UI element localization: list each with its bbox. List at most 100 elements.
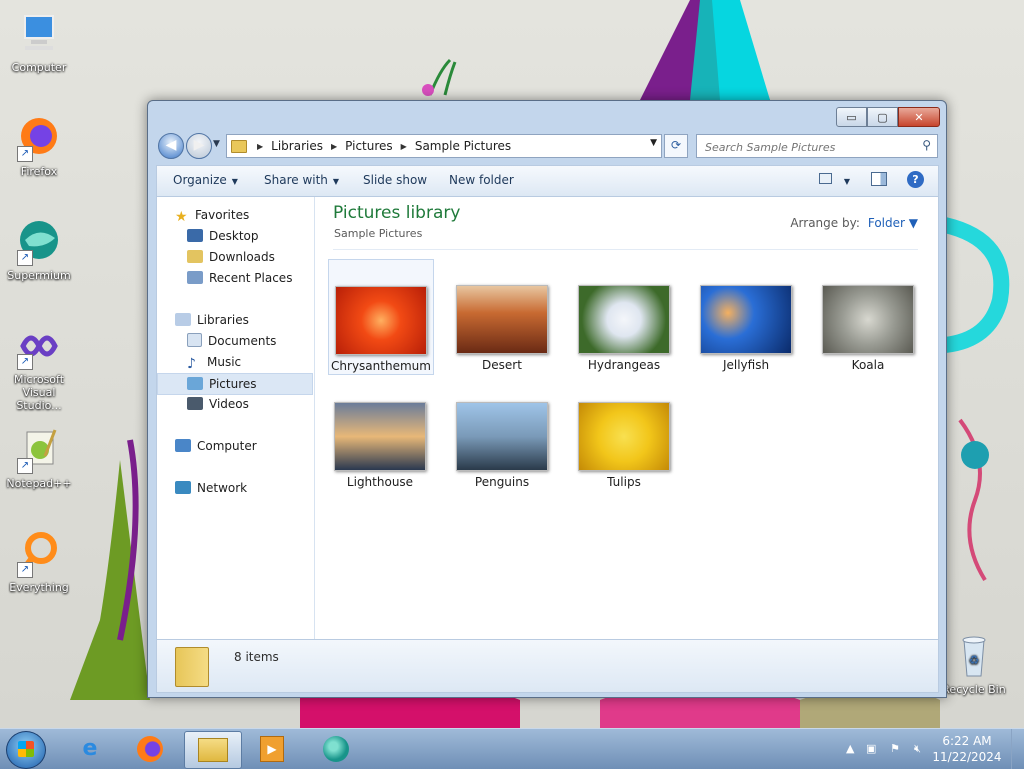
recycle-bin-icon: ♻ [950,632,998,680]
address-dropdown-icon[interactable]: ▼ [650,138,657,148]
taskbar-file-explorer[interactable] [184,731,242,769]
desktop-icon-label: Firefox [20,165,58,178]
show-desktop-button[interactable] [1011,729,1024,769]
documents-icon [187,333,202,347]
taskbar: e ▶ ▲ ▣ ⚑ 🔇︎ 6:22 AM 11/22/2024 [0,728,1024,769]
desktop-icon-computer[interactable]: Computer [1,10,77,74]
volume-muted-icon[interactable]: 🔇︎ [914,742,921,756]
network-icon [175,481,191,494]
address-bar[interactable]: ▶ Libraries ▶ Pictures ▶ Sample Pictures… [226,134,662,158]
slide-show-button[interactable]: Slide show [363,173,427,187]
chevron-right-icon[interactable]: ▶ [331,142,337,151]
thumbnail-image [578,285,670,354]
everything-icon: ↗ [15,530,63,578]
shortcut-arrow-icon: ↗ [17,562,33,578]
chevron-right-icon[interactable]: ▶ [401,142,407,151]
desktop-icon-firefox[interactable]: ↗ Firefox [1,114,77,178]
nav-desktop[interactable]: Desktop [187,226,259,246]
preview-pane-button[interactable] [871,172,887,189]
file-name: Tulips [607,475,641,489]
taskbar-firefox[interactable] [122,731,178,767]
view-icon [819,173,832,184]
file-item[interactable]: Tulips [572,376,676,490]
details-pane: 8 items [156,639,939,693]
recent-pages-dropdown[interactable]: ▼ [213,139,220,149]
nav-label: Libraries [197,313,249,327]
file-item[interactable]: Desert [450,259,554,373]
breadcrumb-sample-pictures[interactable]: Sample Pictures [415,139,511,153]
file-item[interactable]: Jellyfish [694,259,798,373]
content-area: ★ Favorites Desktop Downloads Recent Plac… [156,196,939,640]
libraries-icon [175,313,191,326]
search-input[interactable] [703,137,912,157]
breadcrumb-label: Pictures [345,139,393,153]
supermium-icon [323,736,349,762]
computer-icon [15,10,63,58]
shortcut-arrow-icon: ↗ [17,250,33,266]
back-button[interactable]: ◀ [158,133,184,159]
desktop-icon-everything[interactable]: ↗ Everything [1,530,77,594]
desktop-icon-supermium[interactable]: ↗ Supermium [1,218,77,282]
refresh-button[interactable]: ⟳ [664,134,688,158]
file-item[interactable]: Penguins [450,376,554,490]
nav-videos[interactable]: Videos [187,394,249,414]
nav-documents[interactable]: Documents [187,331,276,351]
taskbar-media-player[interactable]: ▶ [244,731,300,767]
title-bar[interactable]: ▭ ▢ ✕ [148,101,946,131]
nav-favorites[interactable]: ★ Favorites [175,205,249,225]
taskbar-supermium[interactable] [308,731,364,767]
breadcrumb-libraries[interactable]: Libraries [271,139,323,153]
media-player-icon: ▶ [260,736,284,762]
nav-label: Favorites [195,208,250,222]
share-with-menu[interactable]: Share with ▼ [264,173,339,187]
nav-network[interactable]: Network [175,478,247,498]
videos-icon [187,397,203,410]
nav-music[interactable]: ♪ Music [187,352,241,372]
chevron-down-icon: ▼ [332,177,340,186]
clock[interactable]: 6:22 AM 11/22/2024 [932,733,1002,765]
desktop-icon-notepadpp[interactable]: ↗ Notepad++ [1,426,77,490]
nav-label: Music [207,355,242,369]
action-center-flag-icon[interactable]: ⚑ [890,742,900,755]
file-name: Hydrangeas [587,358,661,372]
desktop-icon-visual-studio[interactable]: ↗ Microsoft Visual Studio... [1,322,77,412]
window-controls: ▭ ▢ ✕ [836,107,940,127]
new-folder-button[interactable]: New folder [449,173,514,187]
nav-libraries[interactable]: Libraries [175,310,249,330]
file-item[interactable]: Hydrangeas [572,259,676,373]
forward-button[interactable]: ▶ [186,133,212,159]
help-icon[interactable]: ? [907,171,924,188]
minimize-button[interactable]: ▭ [836,107,867,127]
organize-menu[interactable]: Organize ▼ [173,173,238,187]
taskbar-internet-explorer[interactable]: e [62,731,118,767]
arrange-by-dropdown[interactable]: Folder ▼ [868,216,918,230]
search-icon[interactable]: ⚲ [922,138,931,152]
file-item[interactable]: Chrysanthemum [328,259,434,375]
nav-pictures[interactable]: Pictures [157,373,313,395]
firefox-icon: ↗ [15,114,63,162]
nav-computer[interactable]: Computer [175,436,257,456]
svg-text:♻: ♻ [969,653,980,667]
desktop-icon-recycle-bin[interactable]: ♻ Recycle Bin [936,632,1012,696]
start-button[interactable] [6,731,46,769]
arrange-by: Arrange by: Folder ▼ [790,216,918,230]
close-button[interactable]: ✕ [898,107,940,127]
network-tray-icon[interactable]: ▣ [866,742,876,755]
breadcrumb-label: Libraries [271,139,323,153]
search-box[interactable]: ⚲ [696,134,938,158]
nav-recent-places[interactable]: Recent Places [187,268,292,288]
internet-explorer-icon: e [82,736,98,761]
show-hidden-icons-button[interactable]: ▲ [846,742,854,755]
desktop-icon-label: Microsoft Visual Studio... [13,373,65,412]
file-item[interactable]: Lighthouse [328,376,432,490]
explorer-window: ▭ ▢ ✕ ◀ ▶ ▼ ▶ Libraries ▶ Pictures ▶ Sam… [147,100,947,698]
maximize-button[interactable]: ▢ [867,107,898,127]
nav-downloads[interactable]: Downloads [187,247,275,267]
navigation-row: ◀ ▶ ▼ ▶ Libraries ▶ Pictures ▶ Sample Pi… [156,133,939,159]
breadcrumb-label: Sample Pictures [414,139,512,153]
folder-icon [175,647,209,687]
change-view-button[interactable]: ▼ [819,173,850,187]
file-item[interactable]: Koala [816,259,920,373]
breadcrumb-pictures[interactable]: Pictures [345,139,393,153]
navigation-pane: ★ Favorites Desktop Downloads Recent Plac… [157,197,315,639]
